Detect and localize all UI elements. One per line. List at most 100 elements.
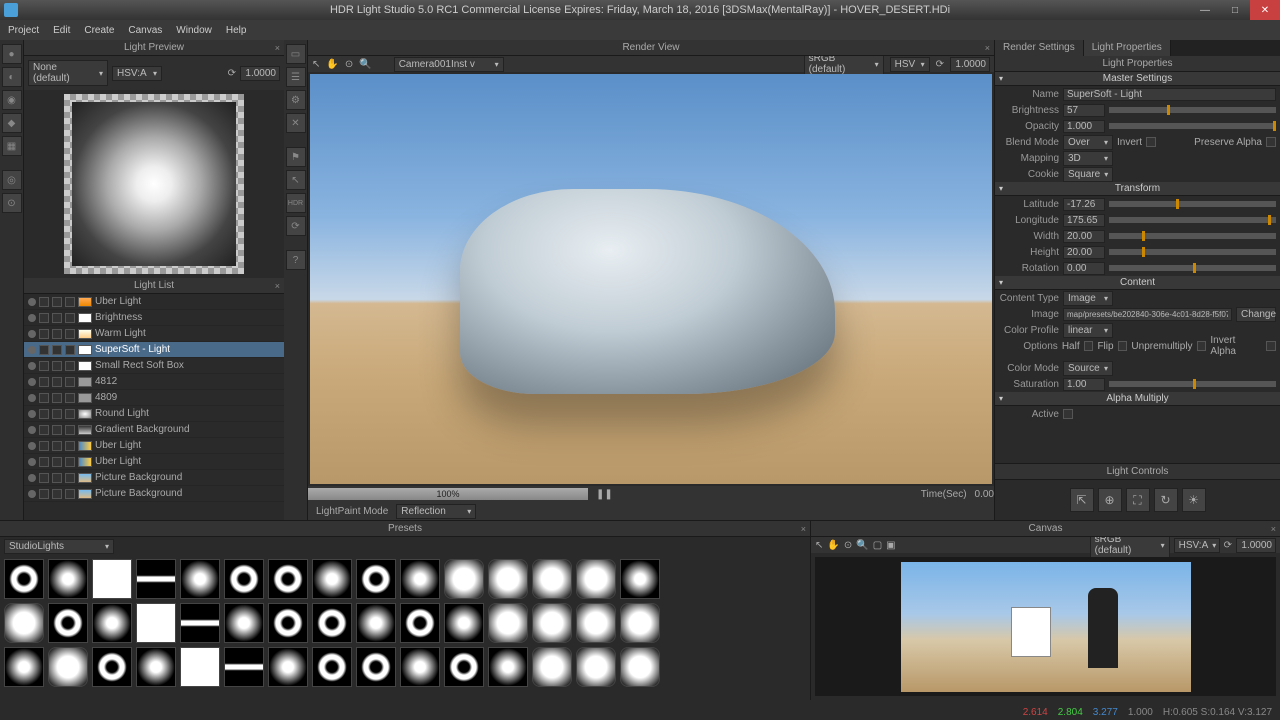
list-gear-icon[interactable]: ⚙ xyxy=(286,90,306,110)
lock-check[interactable] xyxy=(52,297,62,307)
lightpaint-mode-select[interactable]: Reflection xyxy=(396,504,476,519)
solo-icon[interactable] xyxy=(28,474,36,482)
lock-check[interactable] xyxy=(52,409,62,419)
height-field[interactable] xyxy=(1063,246,1105,259)
list-item[interactable]: 4812 xyxy=(24,374,284,390)
preset-thumb[interactable] xyxy=(400,603,440,643)
pause-icon[interactable]: ❚❚ xyxy=(596,489,613,500)
visibility-check[interactable] xyxy=(39,425,49,435)
solo-icon[interactable] xyxy=(28,490,36,498)
list-item[interactable]: Small Rect Soft Box xyxy=(24,358,284,374)
flip-check[interactable] xyxy=(1118,341,1128,351)
tool-target-icon[interactable]: ⊙ xyxy=(2,193,22,213)
render-model-select[interactable]: HSV xyxy=(890,57,930,72)
visibility-check[interactable] xyxy=(39,313,49,323)
list-item[interactable]: Uber Light xyxy=(24,454,284,470)
preset-thumb[interactable] xyxy=(356,603,396,643)
color-swatch[interactable] xyxy=(78,361,92,371)
visibility-check[interactable] xyxy=(39,345,49,355)
visibility-check[interactable] xyxy=(39,409,49,419)
preset-thumb[interactable] xyxy=(48,647,88,687)
list-item[interactable]: Uber Light xyxy=(24,294,284,310)
color-swatch[interactable] xyxy=(78,377,92,387)
preset-thumb[interactable] xyxy=(268,559,308,599)
preset-category-select[interactable]: StudioLights xyxy=(4,539,114,554)
preset-thumb[interactable] xyxy=(356,559,396,599)
list-rect-icon[interactable]: ▭ xyxy=(286,44,306,64)
rotation-slider[interactable] xyxy=(1109,265,1276,271)
tool-softbox-icon[interactable]: ◉ xyxy=(2,90,22,110)
list-item[interactable]: 4809 xyxy=(24,390,284,406)
render-check[interactable] xyxy=(65,473,75,483)
preserve-alpha-check[interactable] xyxy=(1266,137,1276,147)
preview-model-select[interactable]: HSV:A xyxy=(112,66,162,81)
preset-thumb[interactable] xyxy=(488,559,528,599)
color-swatch[interactable] xyxy=(78,425,92,435)
tool-picker-icon[interactable]: ◎ xyxy=(2,170,22,190)
latitude-field[interactable] xyxy=(1063,198,1105,211)
solo-icon[interactable] xyxy=(28,442,36,450)
canvas-zoom-icon[interactable]: 🔍 xyxy=(856,540,868,551)
close-icon[interactable]: × xyxy=(985,43,990,53)
camera-select[interactable]: Camera001Inst v xyxy=(394,57,504,72)
content-type-select[interactable]: Image xyxy=(1063,291,1113,306)
color-swatch[interactable] xyxy=(78,297,92,307)
render-exposure[interactable]: 1.0000 xyxy=(950,57,990,72)
render-check[interactable] xyxy=(65,329,75,339)
canvas-hand-icon[interactable]: ✋ xyxy=(827,540,839,551)
preset-thumb[interactable] xyxy=(48,603,88,643)
menu-edit[interactable]: Edit xyxy=(53,25,70,36)
list-stack-icon[interactable]: ☰ xyxy=(286,67,306,87)
preset-thumb[interactable] xyxy=(444,559,484,599)
tab-render-settings[interactable]: Render Settings xyxy=(995,40,1084,56)
preset-thumb[interactable] xyxy=(136,647,176,687)
half-check[interactable] xyxy=(1084,341,1094,351)
list-flag-icon[interactable]: ⚑ xyxy=(286,147,306,167)
preset-thumb[interactable] xyxy=(224,647,264,687)
lc-rotate-icon[interactable]: ↻ xyxy=(1154,488,1178,512)
lock-check[interactable] xyxy=(52,313,62,323)
visibility-check[interactable] xyxy=(39,393,49,403)
refresh-icon[interactable]: ⟳ xyxy=(228,68,236,79)
lock-check[interactable] xyxy=(52,329,62,339)
render-check[interactable] xyxy=(65,313,75,323)
section-transform[interactable]: ▾Transform xyxy=(995,182,1280,196)
blendmode-select[interactable]: Over xyxy=(1063,135,1113,150)
color-swatch[interactable] xyxy=(78,489,92,499)
canvas-pointer-icon[interactable]: ↖ xyxy=(815,540,823,551)
menu-project[interactable]: Project xyxy=(8,25,39,36)
lc-center-icon[interactable]: ⊕ xyxy=(1098,488,1122,512)
list-item[interactable]: Brightness xyxy=(24,310,284,326)
preset-thumb[interactable] xyxy=(48,559,88,599)
preset-thumb[interactable] xyxy=(532,603,572,643)
color-swatch[interactable] xyxy=(78,473,92,483)
render-check[interactable] xyxy=(65,377,75,387)
render-target-icon[interactable]: ⊙ xyxy=(345,59,353,70)
render-hand-icon[interactable]: ✋ xyxy=(326,59,338,70)
lock-check[interactable] xyxy=(52,361,62,371)
render-check[interactable] xyxy=(65,345,75,355)
preset-thumb[interactable] xyxy=(92,559,132,599)
image-path-field[interactable] xyxy=(1063,308,1232,321)
opacity-slider[interactable] xyxy=(1109,123,1276,129)
solo-icon[interactable] xyxy=(28,410,36,418)
lock-check[interactable] xyxy=(52,441,62,451)
opacity-field[interactable] xyxy=(1063,120,1105,133)
preset-thumb[interactable] xyxy=(312,559,352,599)
lock-check[interactable] xyxy=(52,345,62,355)
tool-light-icon[interactable]: ◐ xyxy=(2,67,22,87)
maximize-button[interactable]: □ xyxy=(1220,0,1250,20)
color-swatch[interactable] xyxy=(78,393,92,403)
latitude-slider[interactable] xyxy=(1109,201,1276,207)
list-hdr-icon[interactable]: HDR xyxy=(286,193,306,213)
close-icon[interactable]: × xyxy=(1271,524,1276,534)
cookie-select[interactable]: Square xyxy=(1063,167,1113,182)
close-button[interactable]: ✕ xyxy=(1250,0,1280,20)
list-help-icon[interactable]: ? xyxy=(286,250,306,270)
color-swatch[interactable] xyxy=(78,345,92,355)
height-slider[interactable] xyxy=(1109,249,1276,255)
render-check[interactable] xyxy=(65,441,75,451)
brightness-field[interactable] xyxy=(1063,104,1105,117)
change-button[interactable]: Change xyxy=(1236,307,1276,322)
invert-alpha-check[interactable] xyxy=(1266,341,1276,351)
